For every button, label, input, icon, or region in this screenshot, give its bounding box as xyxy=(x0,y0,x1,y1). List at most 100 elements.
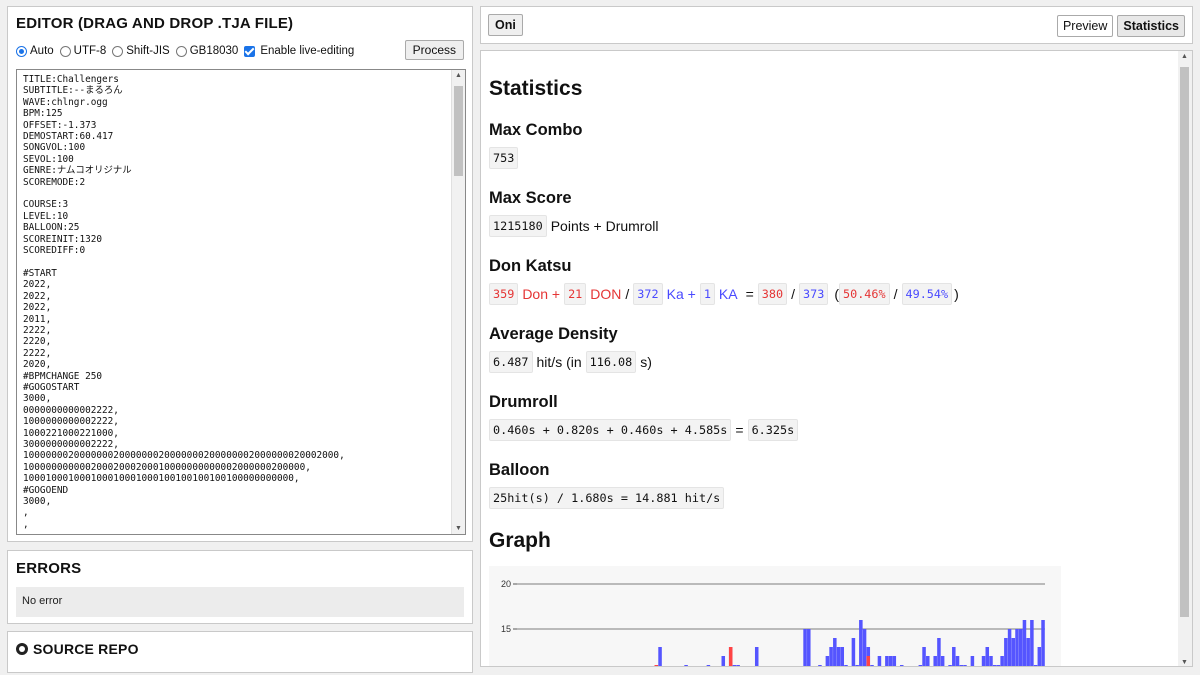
statistics-scrollbar[interactable]: ▲ ▼ xyxy=(1178,51,1192,666)
chart-bar xyxy=(851,638,856,666)
equals-sign: = xyxy=(745,286,754,302)
density-time: 116.08 xyxy=(585,351,637,373)
error-message: No error xyxy=(16,587,464,617)
don-percent: 50.46% xyxy=(838,283,890,305)
ka-small-label: Ka + xyxy=(666,286,696,302)
don-total: 380 xyxy=(757,283,788,305)
chart-bar xyxy=(963,665,967,666)
tab-statistics[interactable]: Statistics xyxy=(1117,15,1185,37)
chart-bar xyxy=(803,629,807,666)
errors-title: ERRORS xyxy=(16,560,82,577)
checkbox-icon[interactable] xyxy=(244,45,256,57)
encoding-auto-radio[interactable]: Auto xyxy=(16,45,54,57)
density-unit: hit/s (in xyxy=(536,354,582,370)
github-icon xyxy=(16,643,28,655)
chart-bar xyxy=(885,656,889,666)
tja-editor-textarea[interactable]: TITLE:Challengers SUBTITLE:--まるろん WAVE:c… xyxy=(16,69,466,535)
tab-preview[interactable]: Preview xyxy=(1056,15,1114,37)
chart-bar xyxy=(721,656,726,666)
errors-panel: ERRORS No error xyxy=(7,550,473,624)
chart-bar xyxy=(870,665,874,666)
chart-bar xyxy=(829,647,833,666)
scroll-thumb[interactable] xyxy=(1180,67,1189,617)
balloon-heading: Balloon xyxy=(489,461,550,479)
ka-percent: 49.54% xyxy=(901,283,953,305)
chart-bar-highlight xyxy=(866,656,871,666)
chart-bar xyxy=(1004,638,1008,666)
chart-bar xyxy=(706,665,711,666)
chart-bar xyxy=(807,629,811,666)
source-repo-panel[interactable]: SOURCE REPO xyxy=(7,631,473,673)
chart-bar xyxy=(955,656,960,666)
drumroll-heading: Drumroll xyxy=(489,393,558,411)
chart-bar xyxy=(859,620,863,666)
chart-bar xyxy=(989,656,993,666)
chart-bar xyxy=(855,665,859,666)
chart-bar xyxy=(862,629,867,666)
scroll-thumb[interactable] xyxy=(454,86,463,176)
chart-bar xyxy=(959,665,963,666)
chart-bar xyxy=(888,656,893,666)
source-repo-link[interactable]: SOURCE REPO xyxy=(33,641,139,657)
chart-bar xyxy=(1033,665,1038,666)
chart-bar xyxy=(836,647,841,666)
separator: / xyxy=(893,286,898,302)
max-score-suffix: Points + Drumroll xyxy=(550,218,659,234)
editor-scrollbar[interactable]: ▲ ▼ xyxy=(451,70,465,534)
chart-bar xyxy=(736,665,740,666)
chart-bar xyxy=(918,665,923,666)
statistics-heading: Statistics xyxy=(489,77,583,100)
graph-heading: Graph xyxy=(489,529,551,552)
difficulty-button[interactable]: Oni xyxy=(488,14,523,36)
chart-bar xyxy=(844,665,848,666)
process-button[interactable]: Process xyxy=(404,40,464,60)
chart-bar xyxy=(1007,629,1012,666)
radio-icon[interactable] xyxy=(112,45,124,57)
don-big-label: DON xyxy=(590,286,622,302)
ka-big-count: 1 xyxy=(699,283,715,305)
view-tabs: Preview Statistics xyxy=(1056,15,1185,37)
density-chart-svg: 201510 xyxy=(501,579,1045,666)
statistics-panel: Statistics Max Combo 753 Max Score 12151… xyxy=(480,50,1193,667)
chart-bar xyxy=(684,665,688,666)
chart-bar xyxy=(948,665,952,666)
chart-bar xyxy=(1015,629,1019,666)
editor-title: EDITOR (DRAG AND DROP .TJA FILE) xyxy=(16,15,294,32)
chart-bar xyxy=(1011,638,1016,666)
tja-editor-content[interactable]: TITLE:Challengers SUBTITLE:--まるろん WAVE:c… xyxy=(17,70,465,534)
max-score-heading: Max Score xyxy=(489,189,572,207)
chart-bar xyxy=(1022,620,1027,666)
editor-panel: EDITOR (DRAG AND DROP .TJA FILE) Auto UT… xyxy=(7,6,473,542)
ka-small-count: 372 xyxy=(633,283,663,305)
encoding-shiftjis-radio[interactable]: Shift-JIS xyxy=(112,45,170,57)
scroll-down-icon[interactable]: ▼ xyxy=(455,525,462,532)
don-small-count: 359 xyxy=(489,283,519,305)
live-edit-checkbox[interactable]: Enable live-editing xyxy=(244,45,354,57)
chart-bar xyxy=(933,656,937,666)
radio-icon[interactable] xyxy=(59,45,71,57)
scroll-up-icon[interactable]: ▲ xyxy=(1181,53,1188,60)
radio-icon[interactable] xyxy=(16,45,27,57)
chart-tick-label: 15 xyxy=(501,624,511,634)
chart-bar xyxy=(818,665,822,666)
close-paren: ) xyxy=(954,286,959,302)
chart-bar xyxy=(825,656,830,666)
don-katsu-values: 359 Don + 21 DON / 372 Ka + 1 KA = 380 /… xyxy=(489,283,1184,305)
encoding-utf8-radio[interactable]: UTF-8 xyxy=(59,45,106,57)
density-value: 6.487 xyxy=(489,351,533,373)
chart-bar xyxy=(992,665,997,666)
drumroll-expression: 0.460s + 0.820s + 0.460s + 4.585s xyxy=(489,419,732,441)
encoding-gb18030-radio[interactable]: GB18030 xyxy=(175,45,238,57)
scroll-down-icon[interactable]: ▼ xyxy=(1181,659,1188,666)
chart-bar xyxy=(658,647,662,666)
radio-icon[interactable] xyxy=(175,45,187,57)
chart-bar xyxy=(877,656,882,666)
max-combo-value: 753 xyxy=(489,147,519,169)
scroll-up-icon[interactable]: ▲ xyxy=(455,72,462,79)
top-bar: Oni Preview Statistics xyxy=(480,6,1193,44)
separator: / xyxy=(791,286,795,302)
chart-bar xyxy=(1041,620,1045,666)
don-katsu-heading: Don Katsu xyxy=(489,257,572,275)
chart-bar xyxy=(899,665,904,666)
drumroll-total: 6.325s xyxy=(747,419,799,441)
